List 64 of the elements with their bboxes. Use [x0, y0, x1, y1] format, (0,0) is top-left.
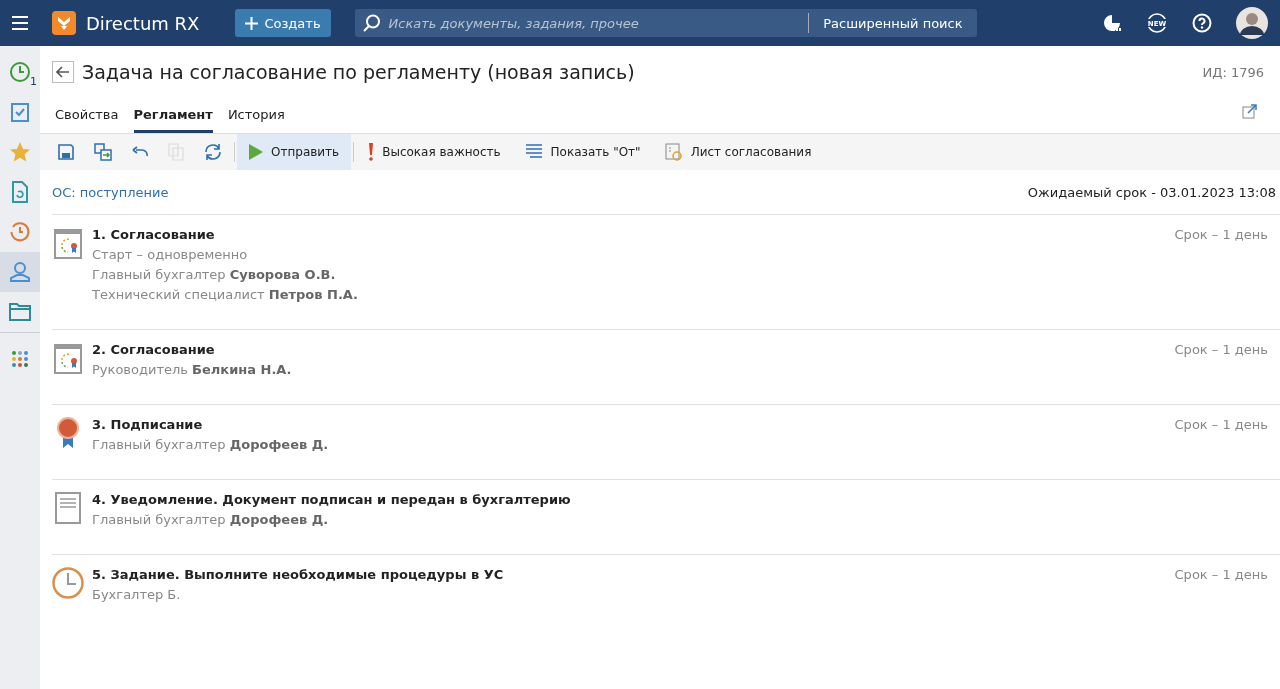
step-detail: Главный бухгалтер Дорофеев Д. — [92, 436, 330, 454]
create-button[interactable]: Создать — [235, 9, 331, 37]
folder-icon — [9, 302, 31, 322]
approval-calendar-icon — [54, 342, 82, 374]
approval-calendar-icon — [54, 227, 82, 259]
step-title: 4. Уведомление. Документ подписан и передан в бухгалтерию — [92, 492, 572, 507]
play-icon — [249, 144, 263, 160]
search-field[interactable]: Искать документы, задания, прочее Расширенный поиск — [354, 9, 977, 37]
document-icon — [55, 492, 81, 524]
search-icon — [362, 14, 381, 32]
avatar-icon[interactable] — [1236, 7, 1268, 39]
ribbon-medal-icon — [56, 417, 80, 449]
step-title: 3. Подписание — [92, 417, 204, 432]
chart-icon[interactable] — [1102, 13, 1122, 33]
step-detail: Руководитель Белкина Н.А. — [92, 361, 293, 379]
send-button[interactable]: Отправить — [237, 134, 352, 170]
clock-icon — [9, 61, 31, 83]
record-id: ИД: 1796 — [1202, 64, 1264, 80]
route-link[interactable]: ОС: поступление — [52, 184, 169, 200]
step-detail: Бухгалтер Б. — [92, 586, 182, 604]
step-detail: Старт – одновременно — [92, 246, 249, 264]
step-detail: Главный бухгалтер Дорофеев Д. — [92, 511, 330, 529]
logo-icon — [52, 11, 76, 35]
step-deadline: Срок – 1 день — [1174, 417, 1268, 434]
save-icon — [58, 144, 74, 160]
lines-icon — [524, 144, 543, 160]
sidebar-person-item[interactable] — [0, 252, 40, 292]
step-title: 5. Задание. Выполните необходимые процедуры в УС — [92, 567, 505, 582]
history-icon — [9, 221, 31, 243]
checklist-icon — [10, 101, 30, 123]
plus-icon — [245, 16, 259, 30]
document-icon — [11, 181, 29, 203]
count-label: 1 — [30, 75, 37, 88]
tab[interactable]: Свойства — [55, 107, 119, 133]
advanced-search-button[interactable]: Расширенный поиск — [808, 13, 977, 33]
help-icon[interactable] — [1192, 13, 1212, 33]
sidebar-clock-item[interactable]: 1 — [0, 52, 40, 92]
refresh-icon — [204, 143, 222, 161]
step-deadline: Срок – 1 день — [1174, 567, 1268, 584]
step-title: 2. Согласование — [92, 342, 216, 357]
step-deadline: Срок – 1 день — [1174, 342, 1268, 359]
open-new-window-icon[interactable] — [1242, 103, 1258, 119]
expected-deadline: Ожидаемый срок - 03.01.2023 13:08 — [1027, 184, 1276, 200]
menu-icon[interactable] — [12, 16, 28, 30]
clock-icon — [52, 567, 84, 599]
sheet-button[interactable]: Лист согласования — [652, 134, 824, 170]
importance-button[interactable]: Высокая важность — [356, 134, 513, 170]
save-as-icon — [94, 143, 112, 161]
app-logo: Directum RX — [86, 12, 200, 34]
back-button[interactable] — [52, 61, 74, 83]
exclamation-icon — [368, 143, 375, 161]
sheet-icon — [664, 143, 683, 161]
step-detail: Технический специалист Петров П.А. — [92, 286, 359, 304]
person-icon — [9, 261, 31, 283]
step-deadline: Срок – 1 день — [1174, 227, 1268, 244]
tab[interactable]: История — [227, 107, 285, 133]
step-detail: Главный бухгалтер Суворова О.В. — [92, 266, 337, 284]
apps-grid-icon — [11, 350, 29, 368]
back-arrow-icon — [56, 66, 70, 78]
star-icon — [9, 141, 31, 163]
undo-icon — [132, 146, 148, 158]
step-title: 1. Согласование — [92, 227, 216, 242]
show-from-button[interactable]: Показать "От" — [512, 134, 653, 170]
page-title: Задача на согласование по регламенту (новая запись) — [82, 61, 636, 83]
